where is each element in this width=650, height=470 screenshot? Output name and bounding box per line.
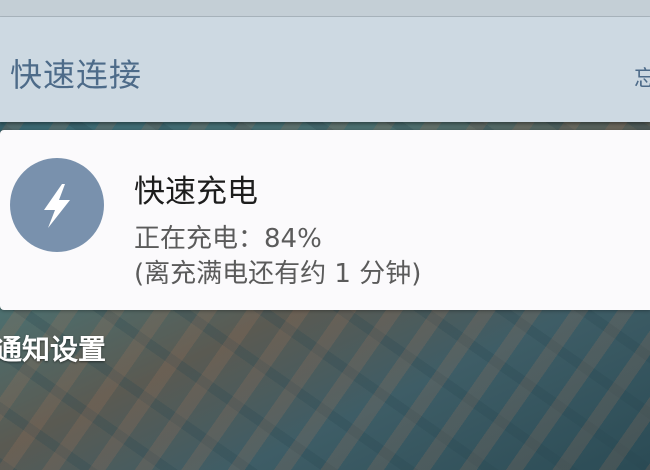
fast-charging-notification[interactable]: 快速充电 正在充电：84% (离充满电还有约 1 分钟) [0, 130, 650, 310]
quick-connect-title: 快速连接 [10, 56, 143, 94]
notification-title: 快速充电 [134, 174, 258, 210]
notification-settings-link[interactable]: 通知设置 [0, 328, 106, 368]
lightning-bolt-icon [10, 158, 104, 252]
notification-shade: 快速连接 忘 快速充电 正在充电：84% (离充满电还有约 1 分钟) 通知设置 [0, 0, 650, 470]
status-bar [0, 0, 650, 17]
quick-connect-edge-label[interactable]: 忘 [634, 61, 650, 93]
charging-status-text: 正在充电：84% [134, 224, 322, 254]
time-to-full-text: (离充满电还有约 1 分钟) [134, 259, 422, 289]
quick-connect-panel[interactable]: 快速连接 忘 [0, 17, 650, 122]
